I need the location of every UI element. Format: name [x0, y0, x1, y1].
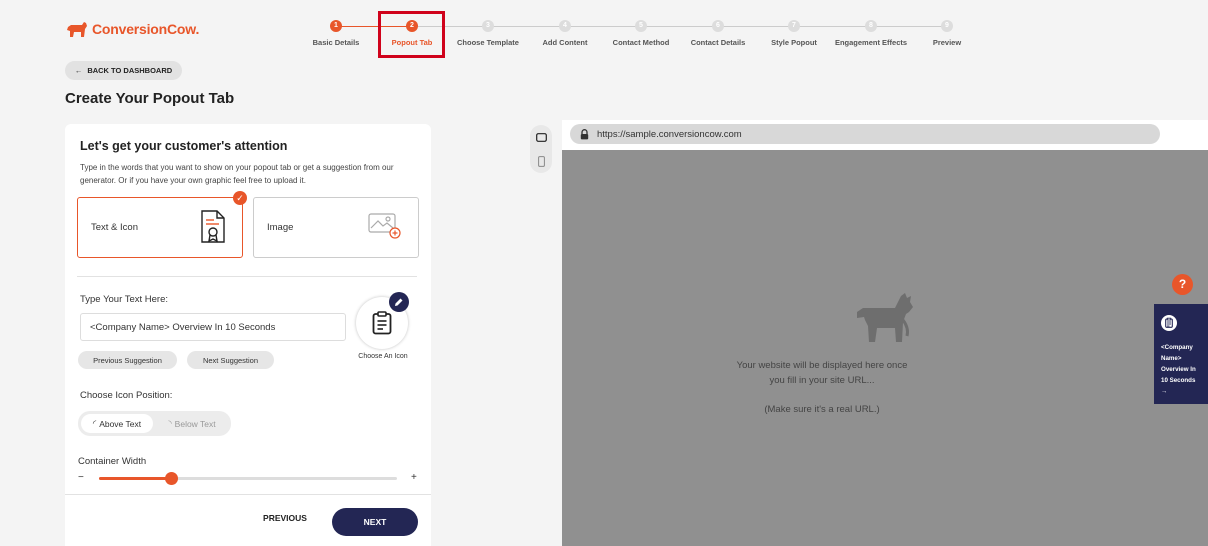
mobile-icon [537, 155, 545, 167]
step-number: 3 [482, 20, 494, 32]
container-width-label: Container Width [78, 456, 147, 467]
option-label: Image [267, 222, 294, 233]
icon-position-label: Choose Icon Position: [80, 390, 173, 401]
cow-placeholder-icon [857, 293, 913, 342]
next-button[interactable]: NEXT [332, 508, 418, 536]
lock-icon [580, 128, 589, 139]
preview-message: Your website will be displayed here once… [562, 358, 1082, 388]
arc-icon: ◝ [168, 418, 172, 428]
pencil-icon [395, 298, 403, 306]
url-text: https://sample.conversioncow.com [597, 128, 742, 140]
step-label: Choose Template [457, 38, 519, 47]
step-basic-details[interactable]: 1 Basic Details [296, 19, 376, 47]
form-heading: Let's get your customer's attention [80, 139, 288, 153]
back-button-label: BACK TO DASHBOARD [87, 66, 173, 75]
help-button[interactable]: ? [1172, 274, 1193, 295]
preview-message-line: you fill in your site URL... [769, 375, 875, 386]
text-field-label: Type Your Text Here: [80, 294, 169, 305]
icon-position-toggle: ◜ Above Text ◝ Below Text [78, 411, 231, 436]
choose-icon-label: Choose An Icon [358, 353, 408, 360]
form-description: Type in the words that you want to show … [80, 163, 394, 185]
preview-note: (Make sure it's a real URL.) [764, 404, 880, 415]
arc-icon: ◜ [92, 418, 97, 428]
popout-tab-text: <Company Name> Overview In 10 Seconds → [1161, 342, 1202, 397]
step-label: Engagement Effects [834, 38, 908, 47]
step-label: Contact Method [612, 38, 670, 47]
step-label: Add Content [542, 38, 588, 47]
checkmark-icon: ✓ [233, 191, 247, 205]
desktop-icon [535, 132, 547, 142]
container-width-slider[interactable] [99, 472, 397, 485]
page-title: Create Your Popout Tab [65, 90, 235, 107]
footer-divider [65, 494, 431, 495]
website-preview: https://sample.conversioncow.com Your we… [562, 120, 1208, 546]
step-number: 9 [941, 20, 953, 32]
url-bar: https://sample.conversioncow.com [570, 124, 1160, 144]
step-number: 6 [712, 20, 724, 32]
image-upload-icon [368, 213, 401, 239]
slider-max-label: + [411, 472, 417, 483]
popout-text-input[interactable] [80, 313, 346, 341]
certificate-document-icon [201, 210, 225, 243]
step-engagement-effects[interactable]: 8 Engagement Effects [831, 19, 911, 47]
option-text-and-icon[interactable]: Text & Icon ✓ [77, 191, 247, 258]
step-choose-template[interactable]: 3 Choose Template [448, 19, 528, 47]
mobile-view-button[interactable] [530, 150, 552, 172]
step-style-popout[interactable]: 7 Style Popout [754, 19, 834, 47]
brand-name: ConversionCow. [92, 21, 200, 37]
step-number: 5 [635, 20, 647, 32]
step-add-content[interactable]: 4 Add Content [525, 19, 605, 47]
popout-tab-form: Let's get your customer's attention Type… [65, 124, 431, 546]
step-number: 1 [330, 20, 342, 32]
step-number: 8 [865, 20, 877, 32]
step-contact-method[interactable]: 5 Contact Method [601, 19, 681, 47]
step-label: Style Popout [771, 38, 817, 47]
step-label: Preview [932, 38, 962, 47]
step-preview[interactable]: 9 Preview [907, 19, 987, 47]
slider-fill [99, 477, 171, 480]
desktop-view-button[interactable] [530, 126, 552, 148]
above-text-option[interactable]: ◜ Above Text [81, 414, 153, 433]
section-divider [77, 276, 417, 277]
option-label: Above Text [99, 418, 142, 429]
next-suggestion-button[interactable]: Next Suggestion [187, 351, 274, 369]
option-label: Below Text [174, 418, 216, 429]
previous-button[interactable]: PREVIOUS [253, 513, 317, 529]
popout-tab-label: <Company Name> Overview In 10 Seconds [1161, 344, 1196, 384]
browser-bar: https://sample.conversioncow.com [562, 120, 1208, 150]
slider-handle[interactable] [164, 472, 178, 485]
step-label: Contact Details [690, 38, 746, 47]
below-text-option[interactable]: ◝ Below Text [156, 414, 228, 433]
edit-icon-button[interactable] [389, 292, 409, 312]
arrow-left-icon: ← [74, 66, 83, 75]
step-number: 7 [788, 20, 800, 32]
option-image[interactable]: Image [253, 197, 419, 258]
step-contact-details[interactable]: 6 Contact Details [678, 19, 758, 47]
back-to-dashboard-button[interactable]: ← BACK TO DASHBOARD [65, 61, 182, 80]
popout-tab-preview[interactable]: <Company Name> Overview In 10 Seconds → [1154, 304, 1208, 404]
preview-message-line: Your website will be displayed here once [736, 360, 908, 371]
cow-logo-icon [67, 22, 87, 37]
brand-logo[interactable]: ConversionCow. [66, 20, 199, 38]
device-switcher [530, 125, 552, 173]
clipboard-icon [1161, 315, 1177, 331]
arrow-right-icon: → [1161, 388, 1168, 395]
slider-min-label: − [78, 472, 84, 483]
current-step-highlight [378, 11, 445, 58]
step-label: Basic Details [312, 38, 360, 47]
step-number: 4 [559, 20, 571, 32]
previous-suggestion-button[interactable]: Previous Suggestion [78, 351, 177, 369]
clipboard-icon [372, 311, 392, 335]
option-label: Text & Icon [91, 222, 138, 233]
